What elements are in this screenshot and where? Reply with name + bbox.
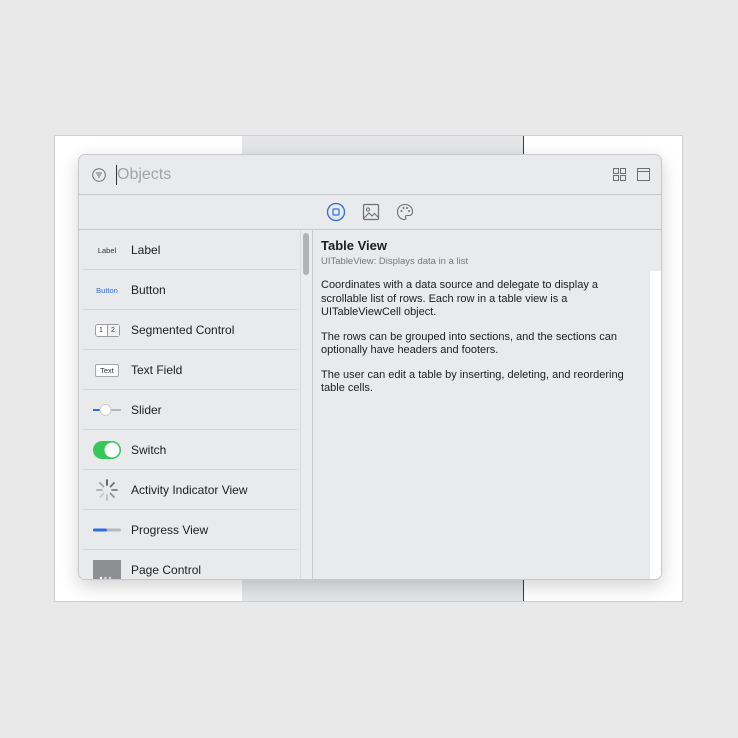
page-control-icon	[91, 550, 123, 579]
list-item-label-text: Switch	[131, 443, 167, 457]
library-search-input[interactable]	[117, 163, 557, 187]
progress-view-icon	[91, 510, 123, 550]
activity-indicator-icon	[91, 470, 123, 510]
list-item-label-text: Button	[131, 283, 166, 297]
detail-paragraph: Coordinates with a data source and deleg…	[321, 279, 599, 318]
switch-icon	[91, 430, 123, 470]
list-item-label-text: Label	[131, 243, 161, 257]
list-item-slider[interactable]: Slider	[83, 390, 297, 430]
object-list: Label Label Button Button 12 Segmented C…	[79, 230, 311, 579]
list-item-page-control[interactable]: Page Control	[83, 550, 297, 579]
list-item-label-text: Slider	[131, 403, 162, 417]
list-item-label-text: Text Field	[131, 363, 183, 377]
detail-scrollbar[interactable]	[650, 271, 661, 579]
list-item-label-text: Progress View	[131, 523, 209, 537]
text-field-icon: Text	[91, 350, 123, 390]
list-item-label-text: Activity Indicator View	[131, 483, 248, 497]
list-item-button[interactable]: Button Button	[83, 270, 297, 310]
detail-view-icon[interactable]	[637, 168, 650, 181]
list-item-label-text: Segmented Control	[131, 323, 235, 337]
segmented-control-icon: 12	[91, 310, 123, 350]
button-icon: Button	[96, 285, 118, 295]
list-item-label-text: Page Control	[131, 563, 202, 577]
label-icon: Label	[97, 245, 117, 255]
object-list-scrollbar[interactable]	[300, 230, 312, 579]
grid-view-icon[interactable]	[613, 168, 626, 181]
list-item-activity-indicator[interactable]: Activity Indicator View	[83, 470, 297, 510]
detail-paragraph: The rows can be grouped into sections, a…	[321, 330, 617, 357]
tab-media-photo-icon[interactable]	[361, 202, 381, 222]
tab-colors-palette-icon[interactable]	[395, 202, 415, 222]
list-item-progress-view[interactable]: Progress View	[83, 510, 297, 550]
list-item-switch[interactable]: Switch	[83, 430, 297, 470]
list-item-segmented-control[interactable]: 12 Segmented Control	[83, 310, 297, 350]
library-tabs	[79, 195, 661, 230]
object-library-panel: Label Label Button Button 12 Segmented C…	[78, 154, 662, 580]
list-item-text-field[interactable]: Text Text Field	[83, 350, 297, 390]
object-list-scroll-thumb[interactable]	[303, 233, 309, 275]
filter-icon[interactable]	[92, 168, 106, 182]
detail-subtitle: UITableView: Displays data in a list	[321, 256, 469, 267]
object-detail-pane: Table View UITableView: Displays data in…	[313, 230, 661, 579]
library-header	[79, 155, 661, 195]
slider-icon	[91, 390, 123, 430]
detail-title: Table View	[321, 238, 387, 253]
detail-paragraph: The user can edit a table by inserting, …	[321, 368, 624, 395]
list-item-label[interactable]: Label Label	[83, 230, 297, 270]
tab-objects-icon[interactable]	[326, 202, 346, 222]
detail-description: Coordinates with a data source and deleg…	[321, 279, 625, 407]
